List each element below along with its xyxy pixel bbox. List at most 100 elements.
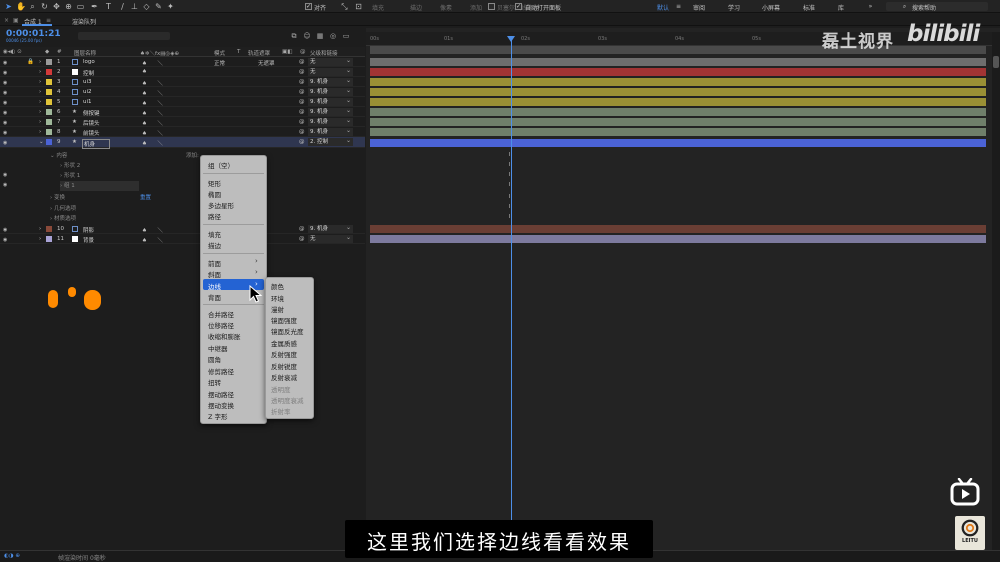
workspace-menu-icon[interactable]: ≡ xyxy=(674,2,683,11)
zoom-tool-icon[interactable]: ⌕ xyxy=(28,2,37,11)
eye-icon[interactable]: ◉ xyxy=(3,120,7,126)
close-tab-icon[interactable]: × xyxy=(4,17,9,24)
add-label[interactable]: 添加 xyxy=(470,3,482,12)
layer-row[interactable]: ◉ › 8 ★ 前镜头 ♠ ＼ @ 9. 机身 xyxy=(0,127,365,137)
parent-select[interactable]: 9. 机身 xyxy=(308,107,353,116)
parent-select[interactable]: 2. 控制 xyxy=(308,137,353,146)
layer-name[interactable]: 后镜头 xyxy=(83,119,100,127)
layer-bar[interactable] xyxy=(370,235,986,243)
parent-pickwhip-icon[interactable]: @ xyxy=(299,236,305,242)
parent-select[interactable]: 无 xyxy=(308,234,353,243)
layer-name[interactable]: ui2 xyxy=(83,89,92,95)
rectangle-tool-icon[interactable]: ▭ xyxy=(76,2,85,11)
submenu-item-reflection-intensity[interactable]: 反射强度 xyxy=(271,349,297,359)
menu-item-pucker-bloat[interactable]: 收缩和膨胀 xyxy=(208,331,241,341)
menu-item-stroke[interactable]: 描边 xyxy=(208,240,221,250)
eye-icon[interactable]: ◉ xyxy=(3,130,7,136)
layer-search-input[interactable] xyxy=(78,32,170,40)
parent-select[interactable]: 9. 机身 xyxy=(308,117,353,126)
menu-item-zig-zag[interactable]: Z 字形 xyxy=(208,411,228,421)
layer-row[interactable]: ◉ › 11 背景 ♠ ＼ @ 无 xyxy=(0,234,365,244)
matte-select[interactable]: 无遮罩 xyxy=(258,59,275,67)
label-swatch[interactable] xyxy=(46,89,52,95)
expand-arrow-icon[interactable]: › xyxy=(39,89,41,95)
collapse-arrow-icon[interactable]: ⌄ xyxy=(39,139,44,145)
menu-item-group-empty[interactable]: 组（空） xyxy=(208,160,234,170)
menu-item-repeater[interactable]: 中继器 xyxy=(208,343,228,353)
eye-icon[interactable]: ◉ xyxy=(3,70,7,76)
mode-column[interactable]: 模式 xyxy=(214,49,225,57)
workspace-overflow-icon[interactable]: » xyxy=(866,2,875,11)
roto-tool-icon[interactable]: ✎ xyxy=(154,2,163,11)
rotate-tool-icon[interactable]: ↻ xyxy=(40,2,49,11)
menu-item-fill[interactable]: 填充 xyxy=(208,229,221,239)
tab-render-queue[interactable]: 渲染队列 xyxy=(72,17,96,26)
menu-item-wiggle-transform[interactable]: 摆动变换 xyxy=(208,400,234,410)
tab-menu-icon[interactable]: ≡ xyxy=(46,17,51,24)
parent-pickwhip-icon[interactable]: @ xyxy=(299,69,305,75)
layer-bar[interactable] xyxy=(370,98,986,106)
expand-arrow-icon[interactable]: › xyxy=(39,119,41,125)
time-ruler[interactable]: 00s 01s 02s 03s 04s 05s xyxy=(366,32,992,46)
workspace-review[interactable]: 审阅 xyxy=(693,3,705,12)
content-group[interactable]: ⌄ 内容 xyxy=(50,151,67,161)
expand-arrow-icon[interactable]: › xyxy=(39,236,41,242)
layer-bar[interactable] xyxy=(370,88,986,96)
eye-icon[interactable]: ◉ xyxy=(3,227,7,233)
menu-item-merge-paths[interactable]: 合并路径 xyxy=(208,309,234,319)
parent-select[interactable]: 无 xyxy=(308,67,353,76)
eye-icon[interactable]: ◉ xyxy=(3,110,7,116)
expand-arrow-icon[interactable]: › xyxy=(39,69,41,75)
parent-select[interactable]: 9. 机身 xyxy=(308,127,353,136)
lock-icon[interactable]: 🔒 xyxy=(27,59,34,65)
search-help-box[interactable]: ⌕ 搜索帮助 xyxy=(886,2,988,12)
layer-bar[interactable] xyxy=(370,78,986,86)
auto-open-panel-checkbox[interactable]: ✓ xyxy=(515,3,522,10)
label-swatch[interactable] xyxy=(46,109,52,115)
geometry-options[interactable]: › 几何选项 xyxy=(50,204,76,214)
eraser-tool-icon[interactable]: ◇ xyxy=(142,2,151,11)
label-swatch[interactable] xyxy=(46,69,52,75)
parent-pickwhip-icon[interactable]: @ xyxy=(299,226,305,232)
expand-arrow-icon[interactable]: › xyxy=(39,59,41,65)
parent-pickwhip-icon[interactable]: @ xyxy=(299,89,305,95)
menu-item-front[interactable]: 前面 xyxy=(208,258,221,268)
snap-icon[interactable]: ⤡ xyxy=(340,2,349,11)
submenu-item-reflection-rolloff[interactable]: 反射衰减 xyxy=(271,372,297,382)
menu-item-ellipse[interactable]: 椭圆 xyxy=(208,189,221,199)
menu-item-side[interactable]: 边线 xyxy=(208,281,221,291)
brush-tool-icon[interactable]: ∕ xyxy=(118,2,127,11)
shy-switch-icon[interactable]: ♠ ＼ xyxy=(142,59,163,67)
scrollbar-thumb[interactable] xyxy=(993,56,999,68)
label-column-icon[interactable]: ◆ xyxy=(45,49,49,55)
label-swatch[interactable] xyxy=(46,59,52,65)
layer-name-editing[interactable]: 机身 xyxy=(82,139,111,149)
menu-item-rectangle[interactable]: 矩形 xyxy=(208,178,221,188)
group-1-row[interactable]: › 组 1 xyxy=(60,181,139,191)
eye-icon[interactable]: ◉ xyxy=(3,80,7,86)
menu-item-polystar[interactable]: 多边星形 xyxy=(208,200,234,210)
transform-group[interactable]: › 变换 xyxy=(50,193,65,203)
label-swatch[interactable] xyxy=(46,226,52,232)
parent-column[interactable]: 父级和链接 xyxy=(310,49,338,57)
submenu-item-reflection-sharpness[interactable]: 反射锐度 xyxy=(271,361,297,371)
eye-icon[interactable]: ◉ xyxy=(3,100,7,106)
eye-icon[interactable]: ◉ xyxy=(3,140,7,146)
visibility-column-icon[interactable]: ◉◂◐ ⊙ xyxy=(3,49,22,55)
shape-1-group[interactable]: › 形状 1 xyxy=(60,171,80,181)
parent-pickwhip-icon[interactable]: @ xyxy=(299,79,305,85)
layer-row-selected[interactable]: ◉ ⌄ 9 ★ 机身 ♠ ＼ @ 2. 控制 xyxy=(0,137,365,149)
workspace-learn[interactable]: 学习 xyxy=(728,3,740,12)
menu-item-path[interactable]: 路径 xyxy=(208,211,221,221)
label-swatch[interactable] xyxy=(46,236,52,242)
label-swatch[interactable] xyxy=(46,129,52,135)
shy-switch-icon[interactable]: ♠ ＼ xyxy=(142,109,163,117)
layer-name[interactable]: 控制 xyxy=(83,69,94,77)
shy-switch-icon[interactable]: ♠ ＼ xyxy=(142,226,163,234)
layer-name[interactable]: ui3 xyxy=(83,79,92,85)
playhead-handle[interactable] xyxy=(507,36,515,42)
layer-bar[interactable] xyxy=(370,108,986,116)
render-status-icon[interactable]: ◐◑ ⊕ xyxy=(4,553,20,559)
eye-icon[interactable]: ◉ xyxy=(3,90,7,96)
layer-name[interactable]: 侧按键 xyxy=(83,109,100,117)
